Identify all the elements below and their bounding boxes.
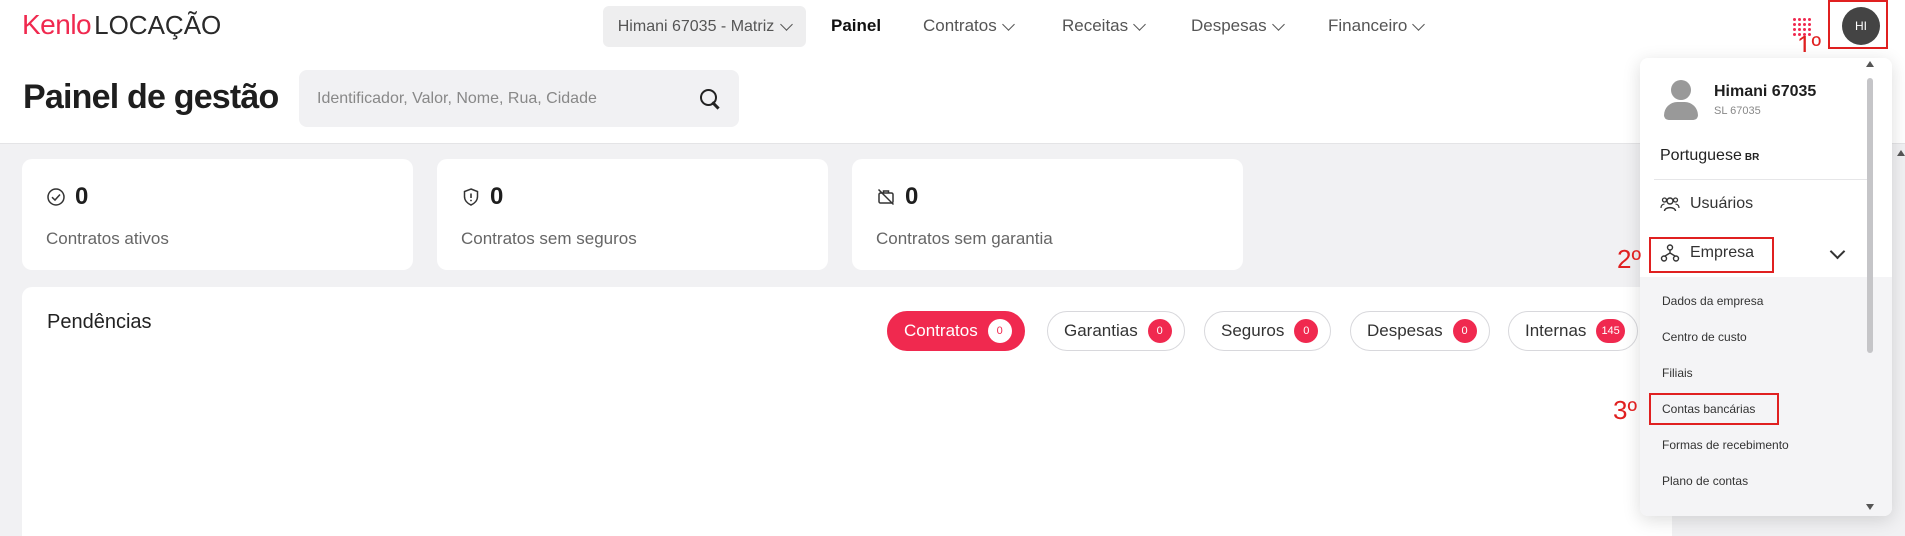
tab-despesas[interactable]: Despesas 0: [1350, 311, 1490, 351]
scrollbar-thumb[interactable]: [1867, 78, 1873, 353]
language-selector[interactable]: Portuguese BR: [1660, 147, 1759, 165]
nav-label: Painel: [831, 16, 882, 35]
avatar-highlight: HI: [1828, 0, 1888, 49]
stat-label: Contratos sem garantia: [876, 229, 1053, 248]
page-header: Painel de gestão: [0, 52, 1905, 144]
nav-financeiro[interactable]: Financeiro: [1328, 0, 1426, 52]
stat-value: 0: [75, 183, 89, 210]
nav-receitas[interactable]: Receitas: [1062, 0, 1147, 52]
menu-item-label: Usuários: [1690, 195, 1754, 212]
tab-label: Contratos: [904, 321, 978, 340]
count-badge: 145: [1596, 319, 1625, 343]
user-icon: [1662, 80, 1700, 120]
chevron-down-icon[interactable]: [1829, 243, 1846, 260]
chevron-down-icon: [1271, 17, 1285, 31]
submenu-plano-contas[interactable]: Plano de contas: [1662, 474, 1748, 488]
company-select[interactable]: Himani 67035 - Matriz: [603, 6, 806, 47]
check-circle-icon: [47, 188, 65, 206]
tab-label: Seguros: [1221, 321, 1285, 340]
tab-contratos[interactable]: Contratos 0: [887, 311, 1025, 351]
language-code: BR: [1744, 152, 1760, 163]
scroll-down-icon[interactable]: [1866, 504, 1874, 510]
language-label: Portuguese: [1660, 147, 1742, 164]
tab-seguros[interactable]: Seguros 0: [1204, 311, 1332, 351]
contas-bancarias-highlight: [1649, 393, 1779, 425]
search-icon[interactable]: [699, 88, 721, 110]
stat-card-active[interactable]: 0 Contratos ativos: [22, 159, 413, 270]
stat-card-no-guarantee[interactable]: 0 Contratos sem garantia: [852, 159, 1243, 270]
nav-label: Receitas: [1062, 16, 1129, 35]
nav-label: Despesas: [1191, 16, 1267, 35]
tab-internas[interactable]: Internas 145: [1508, 311, 1638, 351]
chevron-down-icon: [780, 18, 794, 31]
stat-card-no-insurance[interactable]: 0 Contratos sem seguros: [437, 159, 828, 270]
count-badge: 0: [987, 319, 1012, 343]
nav-contratos[interactable]: Contratos: [923, 0, 1015, 52]
search-input[interactable]: [317, 89, 699, 108]
nav-despesas[interactable]: Despesas: [1191, 0, 1285, 52]
tab-garantias[interactable]: Garantias 0: [1047, 311, 1185, 351]
submenu-formas-recebimento[interactable]: Formas de recebimento: [1662, 438, 1789, 452]
company-select-label: Himani 67035 - Matriz: [617, 17, 775, 35]
logo-product: LOCAÇÃO: [94, 10, 222, 40]
dropdown-user-info[interactable]: Himani 67035 SL 67035: [1662, 80, 1816, 120]
stat-value: 0: [905, 183, 919, 210]
users-icon: [1660, 197, 1680, 212]
avatar[interactable]: HI: [1842, 7, 1880, 45]
page-scroll-up-icon[interactable]: [1897, 150, 1905, 156]
stat-label: Contratos sem seguros: [461, 229, 637, 248]
tab-label: Internas: [1525, 321, 1587, 340]
nav-painel[interactable]: Painel: [831, 0, 881, 52]
submenu-centro-custo[interactable]: Centro de custo: [1662, 330, 1747, 344]
nav-label: Financeiro: [1328, 16, 1408, 35]
pendencias-panel: Pendências Contratos 0 Garantias 0 Segur…: [22, 287, 1672, 536]
shield-icon: [463, 188, 479, 206]
submenu-dados-empresa[interactable]: Dados da empresa: [1662, 294, 1763, 308]
chevron-down-icon: [1133, 17, 1147, 31]
no-guarantee-icon: [877, 188, 895, 206]
count-badge: 0: [1294, 319, 1319, 343]
tab-label: Despesas: [1367, 321, 1443, 340]
count-badge: 0: [1147, 319, 1172, 343]
stat-value: 0: [490, 183, 504, 210]
chevron-down-icon: [1001, 17, 1015, 31]
kenlo-logo[interactable]: Kenlo LOCAÇÃO: [22, 9, 221, 41]
tab-label: Garantias: [1064, 321, 1138, 340]
divider: [1654, 179, 1868, 180]
page-title: Painel de gestão: [23, 78, 279, 116]
empresa-highlight: [1649, 237, 1774, 273]
chevron-down-icon: [1412, 17, 1426, 31]
count-badge: 0: [1452, 319, 1477, 343]
stat-label: Contratos ativos: [46, 229, 169, 248]
scroll-up-icon[interactable]: [1866, 61, 1874, 67]
menu-item-usuarios[interactable]: Usuários: [1660, 194, 1753, 214]
search-bar: [299, 70, 739, 127]
user-name: Himani 67035: [1714, 83, 1817, 100]
step-2-label: 2º: [1617, 244, 1641, 274]
nav-label: Contratos: [923, 16, 997, 35]
user-code: SL 67035: [1714, 105, 1761, 117]
submenu-filiais[interactable]: Filiais: [1662, 366, 1693, 380]
logo-brand: Kenlo: [22, 9, 92, 40]
pendencias-title: Pendências: [47, 311, 152, 333]
step-3-label: 3º: [1613, 395, 1637, 425]
user-dropdown-menu: Himani 67035 SL 67035 Portuguese BR Usuár…: [1640, 58, 1892, 516]
top-navbar: Kenlo LOCAÇÃO Himani 67035 - Matriz Pain…: [0, 0, 1905, 52]
